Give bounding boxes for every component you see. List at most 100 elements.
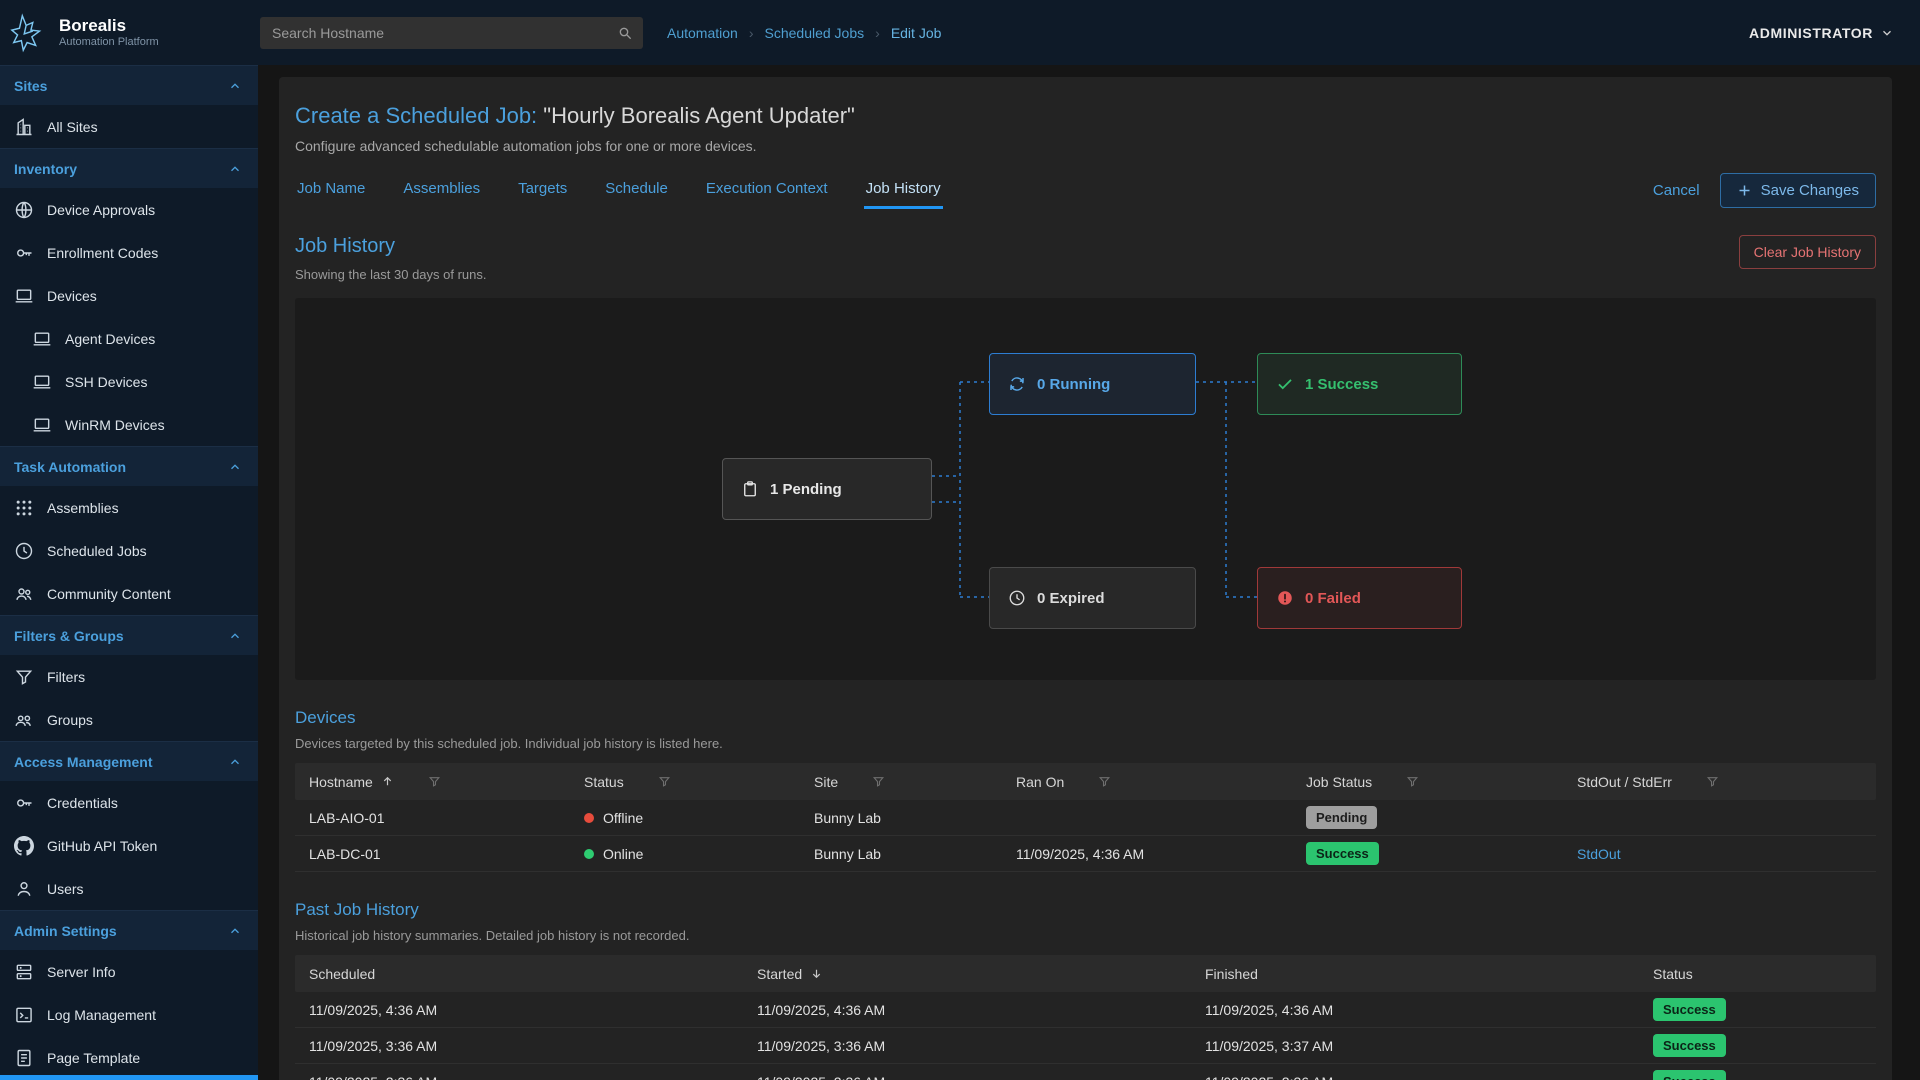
column-label: Finished [1205, 966, 1258, 982]
user-menu[interactable]: ADMINISTRATOR [1749, 25, 1894, 41]
hostname-search[interactable] [260, 17, 643, 49]
finished-cell: 11/09/2025, 3:37 AM [1205, 1038, 1653, 1054]
tab-targets[interactable]: Targets [516, 172, 569, 209]
flow-node-failed[interactable]: 0 Failed [1257, 567, 1462, 629]
sidebar-section-task-automation[interactable]: Task Automation [0, 446, 258, 486]
sidebar-item-device-approvals[interactable]: Device Approvals [0, 188, 258, 231]
started-cell: 11/09/2025, 4:36 AM [757, 1002, 1205, 1018]
column-header-ran-on[interactable]: Ran On [1016, 774, 1306, 790]
sidebar-section-access-management[interactable]: Access Management [0, 741, 258, 781]
flow-node-success[interactable]: 1 Success [1257, 353, 1462, 415]
plus-icon [1737, 183, 1752, 198]
sidebar-section-admin-settings[interactable]: Admin Settings [0, 910, 258, 950]
finished-cell: 11/09/2025, 4:36 AM [1205, 1002, 1653, 1018]
sidebar-item-all-sites[interactable]: All Sites [0, 105, 258, 148]
scheduled-cell: 11/09/2025, 4:36 AM [309, 1002, 757, 1018]
column-header-scheduled[interactable]: Scheduled [309, 966, 757, 982]
sidebar-item-github-api-token[interactable]: GitHub API Token [0, 824, 258, 867]
cancel-button[interactable]: Cancel [1653, 182, 1700, 199]
sidebar-item-label: Groups [47, 712, 93, 728]
column-header-status[interactable]: Status [584, 774, 814, 790]
sidebar-item-enrollment-codes[interactable]: Enrollment Codes [0, 231, 258, 274]
sidebar-item-community-content[interactable]: Community Content [0, 572, 258, 615]
column-header-job-status[interactable]: Job Status [1306, 774, 1577, 790]
sidebar-item-users[interactable]: Users [0, 867, 258, 910]
chevron-up-icon [228, 755, 242, 769]
search-input[interactable] [270, 24, 617, 42]
status-badge: Pending [1306, 806, 1377, 829]
column-header-stdout[interactable]: StdOut / StdErr [1577, 774, 1876, 790]
sidebar-item-label: Scheduled Jobs [47, 543, 147, 559]
breadcrumb-scheduled-jobs[interactable]: Scheduled Jobs [765, 25, 865, 41]
sidebar-section-inventory[interactable]: Inventory [0, 148, 258, 188]
sidebar-item-label: Log Management [47, 1007, 156, 1023]
column-label: Status [584, 774, 624, 790]
tab-job-history[interactable]: Job History [864, 172, 943, 209]
flow-node-expired[interactable]: 0 Expired [989, 567, 1196, 629]
job-history-subtitle: Showing the last 30 days of runs. [295, 267, 487, 282]
save-changes-button[interactable]: Save Changes [1720, 173, 1876, 208]
filter-icon[interactable] [658, 775, 671, 788]
sidebar-item-groups[interactable]: Groups [0, 698, 258, 741]
tab-execution-context[interactable]: Execution Context [704, 172, 830, 209]
sidebar-item-agent-devices[interactable]: Agent Devices [0, 317, 258, 360]
column-label: Status [1653, 966, 1693, 982]
tab-schedule[interactable]: Schedule [603, 172, 670, 209]
job-history-header-row: Job History Showing the last 30 days of … [295, 235, 1876, 282]
stdout-link[interactable]: StdOut [1577, 846, 1621, 862]
breadcrumb-separator: › [875, 25, 880, 41]
section-label: Admin Settings [14, 923, 117, 939]
user-menu-label: ADMINISTRATOR [1749, 25, 1873, 41]
sidebar-item-devices[interactable]: Devices [0, 274, 258, 317]
globe-icon [14, 200, 34, 220]
column-header-site[interactable]: Site [814, 774, 1016, 790]
filter-icon[interactable] [1406, 775, 1419, 788]
check-icon [1276, 375, 1294, 393]
filter-icon[interactable] [428, 775, 441, 788]
search-icon [617, 25, 633, 41]
column-header-hostname[interactable]: Hostname [309, 774, 584, 790]
sidebar-item-winrm-devices[interactable]: WinRM Devices [0, 403, 258, 446]
column-header-status[interactable]: Status [1653, 966, 1876, 982]
page-title: Create a Scheduled Job: "Hourly Borealis… [295, 103, 1876, 129]
column-header-started[interactable]: Started [757, 966, 1205, 982]
sidebar-item-log-management[interactable]: Log Management [0, 993, 258, 1036]
sidebar-item-scheduled-jobs[interactable]: Scheduled Jobs [0, 529, 258, 572]
column-label: Scheduled [309, 966, 375, 982]
filter-icon[interactable] [1706, 775, 1719, 788]
flow-node-running[interactable]: 0 Running [989, 353, 1196, 415]
people-icon [14, 584, 34, 604]
sidebar-item-assemblies[interactable]: Assemblies [0, 486, 258, 529]
sidebar-item-filters[interactable]: Filters [0, 655, 258, 698]
sidebar: Sites All Sites Inventory Device Approva… [0, 65, 258, 1080]
sort-asc-icon [381, 775, 394, 788]
status-cell: Online [584, 846, 814, 862]
filter-icon[interactable] [1098, 775, 1111, 788]
sidebar-scroll-indicator[interactable] [0, 1075, 258, 1080]
clock-icon [14, 541, 34, 561]
status-badge: Success [1653, 998, 1726, 1021]
status-badge: Success [1653, 1070, 1726, 1080]
sidebar-item-label: SSH Devices [65, 374, 147, 390]
tab-assemblies[interactable]: Assemblies [401, 172, 482, 209]
sidebar-item-credentials[interactable]: Credentials [0, 781, 258, 824]
flow-node-pending[interactable]: 1 Pending [722, 458, 932, 520]
column-header-finished[interactable]: Finished [1205, 966, 1653, 982]
breadcrumb-separator: › [749, 25, 754, 41]
sidebar-item-ssh-devices[interactable]: SSH Devices [0, 360, 258, 403]
clear-job-history-button[interactable]: Clear Job History [1739, 235, 1876, 269]
sidebar-section-filters-groups[interactable]: Filters & Groups [0, 615, 258, 655]
github-icon [14, 836, 34, 856]
chevron-up-icon [228, 460, 242, 474]
funnel-icon [14, 667, 34, 687]
breadcrumb-automation[interactable]: Automation [667, 25, 738, 41]
tab-job-name[interactable]: Job Name [295, 172, 367, 209]
sidebar-item-page-template[interactable]: Page Template [0, 1036, 258, 1079]
breadcrumb-edit-job[interactable]: Edit Job [891, 25, 942, 41]
filter-icon[interactable] [872, 775, 885, 788]
sync-icon [1008, 375, 1026, 393]
sidebar-section-sites[interactable]: Sites [0, 65, 258, 105]
chevron-up-icon [228, 629, 242, 643]
sidebar-item-label: All Sites [47, 119, 98, 135]
sidebar-item-server-info[interactable]: Server Info [0, 950, 258, 993]
